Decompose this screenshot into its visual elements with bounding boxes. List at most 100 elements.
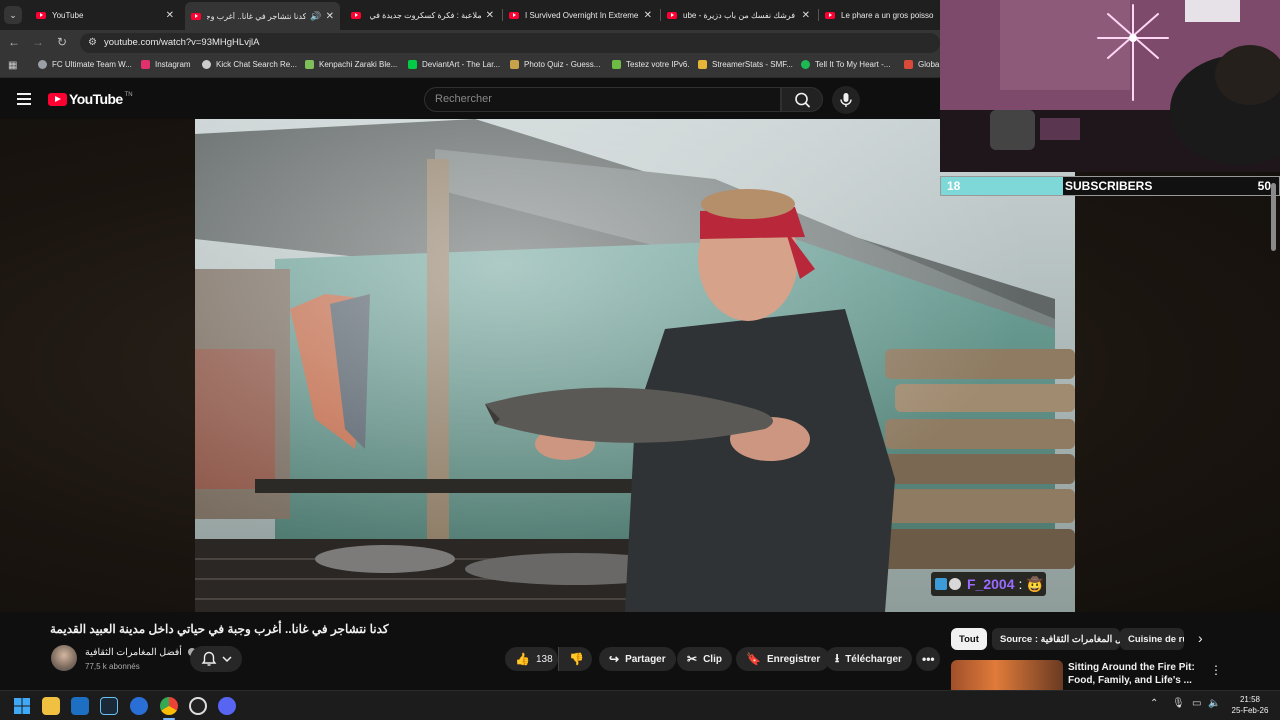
search-button[interactable]	[781, 87, 823, 112]
spotify-icon	[801, 60, 810, 69]
chevron-right-icon[interactable]: ›	[1198, 630, 1203, 646]
bookmark-item[interactable]: StreamerStats - SMF...	[698, 60, 793, 69]
close-icon[interactable]: ✕	[486, 10, 494, 21]
tab-video-4[interactable]: ube - فرشك نفسك من باب دزيرة ✕	[661, 4, 816, 26]
youtube-logo[interactable]: YouTube TN	[48, 91, 133, 107]
bookmark-item[interactable]: Testez votre IPv6.	[612, 60, 690, 69]
bookmark-item[interactable]: Kick Chat Search Re...	[202, 60, 297, 69]
video-metadata: كدنا نتشاجر في غانا.. أغرب وجبة في حياتي…	[0, 612, 940, 690]
youtube-favicon-icon	[825, 11, 835, 19]
download-icon: ⭳	[835, 650, 840, 665]
chip-source[interactable]: Source : أفضل المغامرات الثقافية	[992, 628, 1120, 650]
scrollbar-thumb[interactable]	[1271, 183, 1276, 251]
network-icon[interactable]: ▭	[1192, 698, 1201, 709]
url-text: youtube.com/watch?v=93MHgHLvjlA	[104, 37, 260, 48]
more-actions-button[interactable]: •••	[916, 647, 940, 671]
menu-icon[interactable]	[17, 93, 31, 105]
bookmark-item[interactable]: Photo Quiz - Guess...	[510, 60, 600, 69]
related-video-title[interactable]: Sitting Around the Fire Pit: Food, Famil…	[1068, 661, 1203, 687]
bookmark-item[interactable]: Instagram	[141, 60, 191, 69]
bell-icon	[201, 651, 232, 666]
forward-icon[interactable]: →	[30, 35, 46, 49]
steam-icon[interactable]	[100, 697, 118, 715]
bookmark-item[interactable]: Tell It To My Heart -...	[801, 60, 890, 69]
bookmark-favicon-icon	[305, 60, 314, 69]
tab-search-button[interactable]: ⌄	[4, 6, 22, 24]
tab-video-3[interactable]: I Survived Overnight In Extreme ✕	[503, 4, 658, 26]
bookmark-favicon-icon	[38, 60, 47, 69]
back-icon[interactable]: ←	[6, 35, 22, 49]
clock-time: 21:58	[1239, 695, 1261, 704]
chat-emoji: 🤠	[1026, 575, 1044, 592]
tab-video-2[interactable]: ملاعبة : فكرة كسكروت جديدة في ✕	[345, 4, 500, 26]
download-button[interactable]: ⭳ Télécharger	[825, 647, 912, 671]
close-icon[interactable]: ✕	[166, 10, 174, 21]
video-title: كدنا نتشاجر في غانا.. أغرب وجبة في حياتي…	[50, 622, 389, 636]
bookmark-item[interactable]: Globa	[904, 60, 939, 69]
reload-icon[interactable]: ↻	[54, 35, 70, 49]
address-bar-row: ← → ↻ ⚙ youtube.com/watch?v=93MHgHLvjlA	[0, 30, 940, 55]
obs-icon[interactable]	[189, 697, 207, 715]
subscriber-goal: 50	[1257, 179, 1271, 193]
chat-username: F_2004	[967, 576, 1015, 592]
channel-name[interactable]: أفضل المغامرات الثقافية	[85, 647, 196, 658]
youtube-header: YouTube TN Rechercher	[0, 79, 940, 119]
close-icon[interactable]: ✕	[326, 11, 334, 22]
thumbs-down-icon: 👎	[569, 652, 584, 666]
url-field[interactable]: ⚙ youtube.com/watch?v=93MHgHLvjlA	[80, 33, 940, 53]
system-clock[interactable]: 21:58 25-Feb-26	[1228, 694, 1272, 716]
browser-tab-strip: ⌄ YouTube ✕ كدنا نتشاجر في غانا.. أغرب و…	[0, 0, 940, 30]
discord-icon[interactable]	[218, 697, 236, 715]
close-icon[interactable]: ✕	[644, 10, 652, 21]
outlook-icon[interactable]	[71, 697, 89, 715]
bookmark-item[interactable]: DeviantArt - The Lar...	[408, 60, 500, 69]
related-thumbnail[interactable]	[951, 660, 1063, 690]
save-button[interactable]: 🔖 Enregistrer	[736, 647, 831, 671]
clip-button[interactable]: ✂ Clip	[677, 647, 732, 671]
dislike-button[interactable]: 👎	[558, 647, 592, 671]
microphone-tray-icon[interactable]: 🎙	[1172, 698, 1185, 709]
search-icon	[795, 92, 810, 108]
youtube-favicon-icon	[667, 11, 677, 19]
bookmark-item[interactable]: Kenpachi Zaraki Ble...	[305, 60, 397, 69]
bookmark-icon: 🔖	[746, 652, 761, 666]
bookmark-favicon-icon	[202, 60, 211, 69]
close-icon[interactable]: ✕	[802, 10, 810, 21]
tab-youtube[interactable]: YouTube ✕	[30, 4, 180, 26]
bookmark-item[interactable]: FC Ultimate Team W...	[38, 60, 132, 69]
tab-video-5[interactable]: Le phare a un gros poisson	[819, 4, 940, 26]
windows-start-icon[interactable]	[13, 697, 31, 715]
bookmark-favicon-icon	[510, 60, 519, 69]
bookmarks-bar: ▦ FC Ultimate Team W... Instagram Kick C…	[0, 55, 940, 78]
tab-active-video[interactable]: كدنا نتشاجر في غانا.. أغرب وجبة 🔊 ✕	[185, 2, 340, 30]
subscriber-goal-bar: 18 SUBSCRIBERS 50	[940, 176, 1280, 196]
share-icon: ↪	[609, 652, 620, 666]
apps-grid-icon[interactable]: ▦	[8, 60, 17, 71]
deviantart-icon	[408, 60, 417, 69]
youtube-favicon-icon	[36, 11, 46, 19]
microphone-icon	[840, 93, 852, 107]
scissors-icon: ✂	[687, 652, 698, 666]
share-button[interactable]: ↪ Partager	[599, 647, 676, 671]
youtube-favicon-icon	[509, 11, 519, 19]
chip-all[interactable]: Tout	[951, 628, 987, 650]
like-button[interactable]: 👍 138	[505, 647, 558, 671]
bookmark-favicon-icon	[612, 60, 621, 69]
voice-search-button[interactable]	[832, 86, 860, 114]
audio-playing-icon[interactable]: 🔊	[310, 11, 321, 22]
media-player-icon[interactable]	[130, 697, 148, 715]
chevron-up-icon[interactable]: ⌃	[1150, 698, 1158, 709]
site-info-icon[interactable]: ⚙	[88, 33, 97, 53]
youtube-play-icon	[48, 92, 67, 106]
more-icon: •••	[922, 652, 935, 666]
skull-badge-icon	[949, 578, 961, 590]
instagram-icon	[141, 60, 150, 69]
avatar[interactable]	[51, 645, 77, 671]
more-vert-icon[interactable]: ⋮	[1210, 663, 1222, 677]
search-input[interactable]: Rechercher	[424, 87, 781, 112]
chip-cuisine[interactable]: Cuisine de ru	[1120, 628, 1184, 650]
chrome-icon[interactable]	[160, 697, 178, 715]
file-explorer-icon[interactable]	[42, 697, 60, 715]
notifications-button[interactable]	[190, 646, 242, 672]
volume-icon[interactable]: 🔈	[1208, 698, 1220, 709]
